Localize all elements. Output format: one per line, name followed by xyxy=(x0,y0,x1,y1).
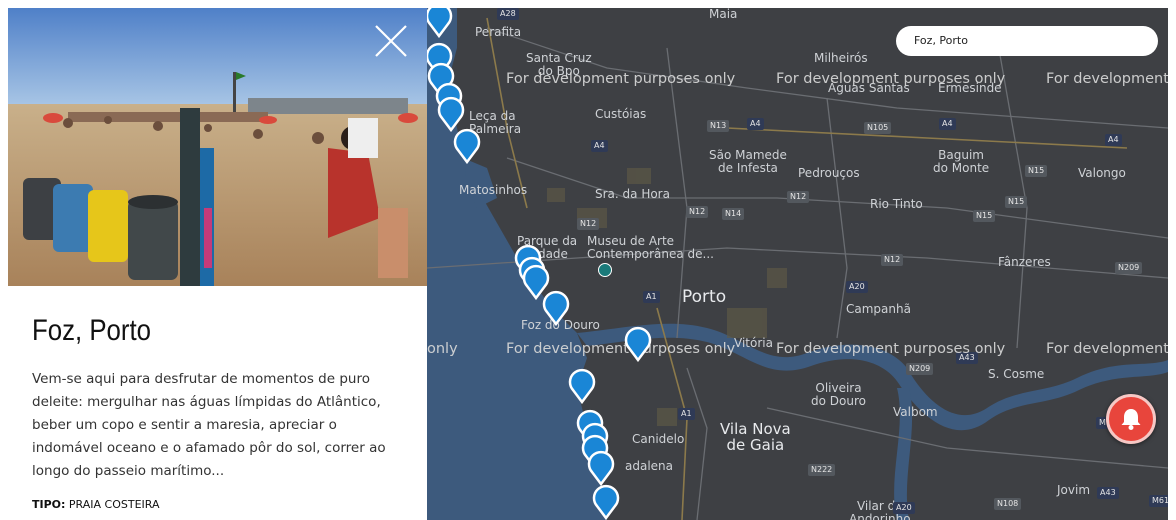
place-canidelo: Canidelo xyxy=(632,432,685,446)
road-a1-1: A1 xyxy=(643,291,660,303)
place-description: Vem-se aqui para desfrutar de momentos d… xyxy=(32,371,386,479)
place-baguim: Baguim do Monte xyxy=(933,148,990,175)
road-m61-2: M61 xyxy=(1149,495,1168,507)
place-title: Foz, Porto xyxy=(32,314,152,347)
place-oliveira: Oliveira do Douro xyxy=(811,381,866,408)
place-maia: Maia xyxy=(709,8,738,21)
beach-pin-icon[interactable] xyxy=(591,484,621,520)
place-info-panel: Foz, Porto Vem-se aqui para desfrutar de… xyxy=(8,8,427,520)
app-frame: Foz, Porto Vem-se aqui para desfrutar de… xyxy=(8,8,1168,520)
beach-pin-icon[interactable] xyxy=(586,450,616,486)
beach-pin-icon[interactable] xyxy=(436,96,466,132)
place-perafita: Perafita xyxy=(475,25,522,39)
beach-pin-icon[interactable] xyxy=(541,290,571,326)
museum-marker-icon[interactable] xyxy=(598,263,612,277)
map-view[interactable]: Maia Perafita Santa Cruz do Bpo Milheirós… xyxy=(427,8,1168,520)
place-museu: Museu de Arte Contemporânea de... xyxy=(587,234,714,261)
place-sao-mamede: São Mamede de Infesta xyxy=(709,148,787,175)
road-a4-4: A4 xyxy=(591,140,608,152)
place-custoias: Custóias xyxy=(595,107,647,121)
road-a4-1: A4 xyxy=(747,118,764,130)
road-n222: N222 xyxy=(808,464,836,476)
place-type: TIPO: PRAIA COSTEIRA xyxy=(32,498,160,511)
dev-watermark-2: For development purposes only xyxy=(776,71,1006,87)
road-a28: A28 xyxy=(497,8,519,20)
road-a4-3: A4 xyxy=(1105,134,1122,146)
road-n209-1: N209 xyxy=(1115,262,1143,274)
place-s-cosme: S. Cosme xyxy=(988,367,1045,381)
beach-pin-icon[interactable] xyxy=(427,8,454,38)
road-n105: N105 xyxy=(864,122,892,134)
dev-watermark-4: only xyxy=(427,341,458,357)
notification-bell-button[interactable] xyxy=(1106,394,1156,444)
place-campanha: Campanhã xyxy=(846,302,911,316)
road-n13: N13 xyxy=(707,120,730,132)
place-type-label: TIPO: xyxy=(32,498,66,511)
dev-watermark-7: For development p xyxy=(1046,341,1168,357)
road-n12-3: N12 xyxy=(577,218,600,230)
dev-watermark-3: For development xyxy=(1046,71,1168,87)
road-n14: N14 xyxy=(722,208,745,220)
dev-watermark-5: For development purposes only xyxy=(506,341,736,357)
road-n108: N108 xyxy=(994,498,1022,510)
place-vila-nova: Vila Nova de Gaia xyxy=(720,420,791,454)
close-icon[interactable] xyxy=(374,24,408,58)
place-rio-tinto: Rio Tinto xyxy=(870,197,923,211)
beach-pin-icon[interactable] xyxy=(452,128,482,164)
road-n15-3: N15 xyxy=(973,210,996,222)
beach-pin-icon[interactable] xyxy=(567,368,597,404)
search-input[interactable]: Foz, Porto xyxy=(896,26,1158,56)
beach-photo xyxy=(8,8,427,286)
road-a20-1: A20 xyxy=(846,281,868,293)
road-n12-4: N12 xyxy=(881,254,904,266)
dev-watermark-6: For development purposes only xyxy=(776,341,1006,357)
road-n12-2: N12 xyxy=(686,206,709,218)
place-valongo: Valongo xyxy=(1078,166,1126,180)
place-sra-hora: Sra. da Hora xyxy=(595,187,670,201)
place-milheiros: Milheirós xyxy=(814,51,868,65)
road-n15-2: N15 xyxy=(1005,196,1028,208)
place-type-value: PRAIA COSTEIRA xyxy=(68,498,160,511)
bell-icon xyxy=(1121,409,1141,430)
road-a1-2: A1 xyxy=(678,408,695,420)
place-fanzeres: Fânzeres xyxy=(998,255,1051,269)
road-n12-1: N12 xyxy=(787,191,810,203)
road-n209-2: N209 xyxy=(906,363,934,375)
place-madalena: adalena xyxy=(625,459,673,473)
dev-watermark-1: For development purposes only xyxy=(506,71,736,87)
place-matosinhos: Matosinhos xyxy=(459,183,528,197)
road-n15-1: N15 xyxy=(1025,165,1048,177)
beach-pin-icon[interactable] xyxy=(623,326,653,362)
place-porto: Porto xyxy=(682,287,727,307)
road-a43-2: A43 xyxy=(1097,487,1119,499)
place-valbom: Valbom xyxy=(893,405,938,419)
place-pedroucos: Pedrouços xyxy=(798,166,860,180)
road-a4-2: A4 xyxy=(939,118,956,130)
road-a20-2: A20 xyxy=(893,502,915,514)
place-jovim: Jovim xyxy=(1057,483,1091,497)
place-vitoria: Vitória xyxy=(734,336,773,350)
